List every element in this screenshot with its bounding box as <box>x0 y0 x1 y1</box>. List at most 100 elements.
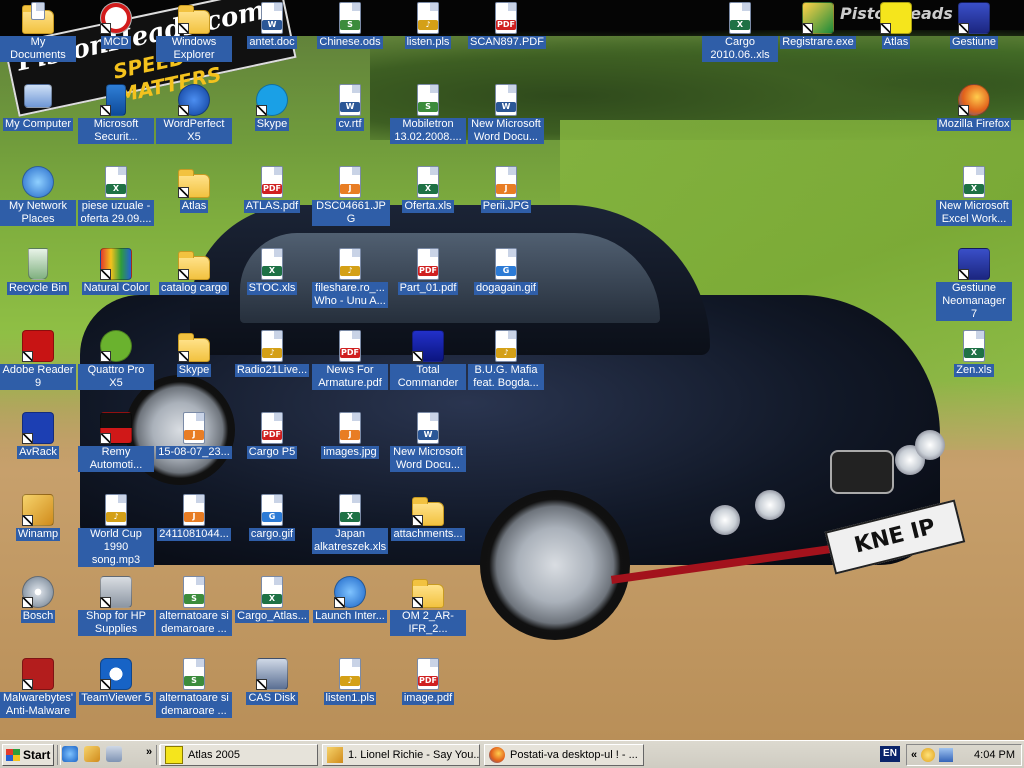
desktop-icon-label: SCAN897.PDF <box>468 36 546 49</box>
desktop-icon-remy-automoti[interactable]: Remy Automoti... <box>78 412 154 472</box>
desktop-icon-dsc04661-jpg[interactable]: J DSC04661.JPG <box>312 166 390 226</box>
desktop[interactable]: PistonHeads.com SPEED MATTERS PistonHead… <box>0 0 1024 740</box>
desktop-icon-microsoft-securit[interactable]: Microsoft Securit... <box>78 84 154 144</box>
desktop-icon-antet-doc[interactable]: Wantet.doc <box>234 2 310 49</box>
desktop-icon-label: Part_01.pdf <box>397 282 459 295</box>
desktop-icon-scan897-pdf[interactable]: PDF SCAN897.PDF <box>468 2 546 49</box>
desktop-icon-label: Mozilla Firefox <box>936 118 1012 131</box>
taskbar-button-firefox[interactable]: Postati-va desktop-ul ! - ... <box>484 744 644 766</box>
desktop-icon-my-computer[interactable]: My Computer <box>0 84 76 131</box>
desktop-icon-oferta-xls[interactable]: X Oferta.xls <box>390 166 466 213</box>
desktop-icon-fileshare-ro-who-unu-a[interactable]: ♪ fileshare.ro_... Who - Unu A... <box>312 248 388 308</box>
computer-icon <box>22 84 54 116</box>
desktop-icon-malwarebytes-anti-malware[interactable]: Malwarebytes' Anti-Malware <box>0 658 76 718</box>
desktop-icon-gestiune-neomanager-7[interactable]: Gestiune Neomanager 7 <box>936 248 1012 321</box>
desktop-icon-adobe-reader-9[interactable]: Adobe Reader 9 <box>0 330 76 390</box>
desktop-icon-images-jpg[interactable]: Jimages.jpg <box>312 412 388 459</box>
desktop-icon-chinese-ods[interactable]: S Chinese.ods <box>312 2 388 49</box>
desktop-icon-atlas[interactable]: Atlas <box>858 2 934 49</box>
desktop-icon-15-08-07-23[interactable]: J 15-08-07_23... <box>156 412 232 459</box>
app-hp-icon <box>100 576 132 608</box>
desktop-icon-alternatoare-si-demaroare[interactable]: Salternatoare si demaroare ... <box>156 658 232 718</box>
desktop-icon-wordperfect-x5[interactable]: WordPerfect X5 <box>156 84 232 144</box>
desktop-icon-radio21live[interactable]: ♪ Radio21Live... <box>234 330 310 377</box>
desktop-icon-new-microsoft-word-docu[interactable]: W New Microsoft Word Docu... <box>468 84 544 144</box>
desktop-icon-label: DSC04661.JPG <box>312 200 390 226</box>
winamp-icon[interactable] <box>84 746 100 762</box>
app-remy-icon <box>100 412 132 444</box>
desktop-icon-natural-color[interactable]: Natural Color <box>78 248 154 295</box>
network-icon <box>22 166 54 198</box>
desktop-icon-skype[interactable]: Skype <box>234 84 310 131</box>
desktop-icon-atlas-pdf[interactable]: PDF ATLAS.pdf <box>234 166 310 213</box>
desktop-icon-cv-rtf[interactable]: Wcv.rtf <box>312 84 388 131</box>
app-atlas-icon <box>880 2 912 34</box>
desktop-icon-listen1-pls[interactable]: ♪ listen1.pls <box>312 658 388 705</box>
taskbar-button-winamp[interactable]: 1. Lionel Richie - Say You... <box>322 744 480 766</box>
desktop-icon-piese-uzuale-oferta-29-09[interactable]: Xpiese uzuale - oferta 29.09.... <box>78 166 154 226</box>
desktop-icon-mcd[interactable]: MCD <box>78 2 154 49</box>
desktop-icon-cargo-gif[interactable]: Gcargo.gif <box>234 494 310 541</box>
ie-icon[interactable] <box>62 746 78 762</box>
desktop-icon-shop-for-hp-supplies[interactable]: Shop for HP Supplies <box>78 576 154 636</box>
desktop-icon-part-01-pdf[interactable]: PDF Part_01.pdf <box>390 248 466 295</box>
desktop-icon-listen-pls[interactable]: ♪ listen.pls <box>390 2 466 49</box>
desktop-icon-stoc-xls[interactable]: X STOC.xls <box>234 248 310 295</box>
desktop-icon-my-documents[interactable]: My Documents <box>0 2 76 62</box>
desktop-icon-cas-disk[interactable]: CAS Disk <box>234 658 310 705</box>
desktop-icon-om-2-ar-ifr-2[interactable]: OM 2_AR-IFR_2... <box>390 576 466 636</box>
network-icon[interactable] <box>939 748 954 762</box>
desktop-icon-japan-alkatreszek-xls[interactable]: X Japan alkatreszek.xls <box>312 494 389 554</box>
desktop-icon-catalog-cargo[interactable]: catalog cargo <box>156 248 232 295</box>
messenger-icon[interactable] <box>921 748 936 762</box>
tray-expand-button[interactable]: « <box>911 749 917 761</box>
desktop-icon-image-pdf[interactable]: PDF image.pdf <box>390 658 466 705</box>
quick-launch-more[interactable]: » <box>146 746 152 758</box>
desktop-icon-windows-explorer[interactable]: Windows Explorer <box>156 2 232 62</box>
ods-icon: S <box>334 2 366 34</box>
desktop-icon-alternatoare-si-demaroare[interactable]: Salternatoare si demaroare ... <box>156 576 232 636</box>
taskbar-button-atlas[interactable]: Atlas 2005 <box>160 744 318 766</box>
desktop-icon-label: STOC.xls <box>246 282 298 295</box>
start-button[interactable]: Start <box>2 744 54 766</box>
app-adobe-icon <box>22 330 54 362</box>
desktop-icon-my-network-places[interactable]: My Network Places <box>0 166 76 226</box>
app-mcd-icon <box>100 2 132 34</box>
desktop-icon-label: images.jpg <box>321 446 379 459</box>
desktop-icon-perii-jpg[interactable]: J Perii.JPG <box>468 166 544 213</box>
desktop-icon-cargo-p5[interactable]: PDF Cargo P5 <box>234 412 310 459</box>
jpg-icon: J <box>334 412 366 444</box>
desktop-icon-winamp[interactable]: Winamp <box>0 494 76 541</box>
desktop-icon-label: cv.rtf <box>336 118 364 131</box>
desktop-icon-atlas[interactable]: Atlas <box>156 166 232 213</box>
desktop-icon-total-commander[interactable]: Total Commander <box>390 330 466 390</box>
desktop-icon-mozilla-firefox[interactable]: Mozilla Firefox <box>936 84 1012 131</box>
desktop-icon-world-cup-1990-song-mp3[interactable]: ♪ World Cup 1990 song.mp3 <box>78 494 154 567</box>
desktop-icon-teamviewer-5[interactable]: TeamViewer 5 <box>78 658 154 705</box>
desktop-icon-launch-inter[interactable]: Launch Inter... <box>312 576 388 623</box>
desktop-icon-zen-xls[interactable]: X Zen.xls <box>936 330 1012 377</box>
clock[interactable]: 4:04 PM <box>974 749 1021 761</box>
desktop-icon-b-u-g-mafia-feat-bogda[interactable]: ♪ B.U.G. Mafia feat. Bogda... <box>468 330 544 390</box>
desktop-icon-skype[interactable]: Skype <box>156 330 232 377</box>
desktop-icon-news-for-armature-pdf[interactable]: PDF News For Armature.pdf <box>312 330 388 390</box>
desktop-icon-cargo-atlas[interactable]: X Cargo_Atlas... <box>234 576 310 623</box>
desktop-icon-gestiune[interactable]: Gestiune <box>936 2 1012 49</box>
desktop-icon-new-microsoft-excel-work[interactable]: X New Microsoft Excel Work... <box>936 166 1012 226</box>
desktop-icon-label: Mobiletron 13.02.2008.... <box>390 118 466 144</box>
desktop-icon-new-microsoft-word-docu[interactable]: W New Microsoft Word Docu... <box>390 412 466 472</box>
desktop-icon-cargo-2010-06-xls[interactable]: X Cargo 2010.06..xls <box>702 2 778 62</box>
desktop-icon-dogagain-gif[interactable]: Gdogagain.gif <box>468 248 544 295</box>
desktop-icon-quattro-pro-x5[interactable]: Quattro Pro X5 <box>78 330 154 390</box>
desktop-icon-attachments[interactable]: attachments... <box>390 494 466 541</box>
language-indicator[interactable]: EN <box>880 746 900 762</box>
desktop-icon-2411081044[interactable]: J 2411081044... <box>156 494 232 541</box>
desktop-icon-registrare-exe[interactable]: Registrare.exe <box>780 2 856 49</box>
desktop-icon-mobiletron-13-02-2008[interactable]: S Mobiletron 13.02.2008.... <box>390 84 466 144</box>
desktop-icon-avrack[interactable]: AvRack <box>0 412 76 459</box>
desktop-icon-label: TeamViewer 5 <box>79 692 153 705</box>
desktop-icon-recycle-bin[interactable]: Recycle Bin <box>0 248 76 295</box>
show-desktop-icon[interactable] <box>106 746 122 762</box>
desktop-icon-bosch[interactable]: Bosch <box>0 576 76 623</box>
desktop-icon-label: New Microsoft Excel Work... <box>936 200 1012 226</box>
